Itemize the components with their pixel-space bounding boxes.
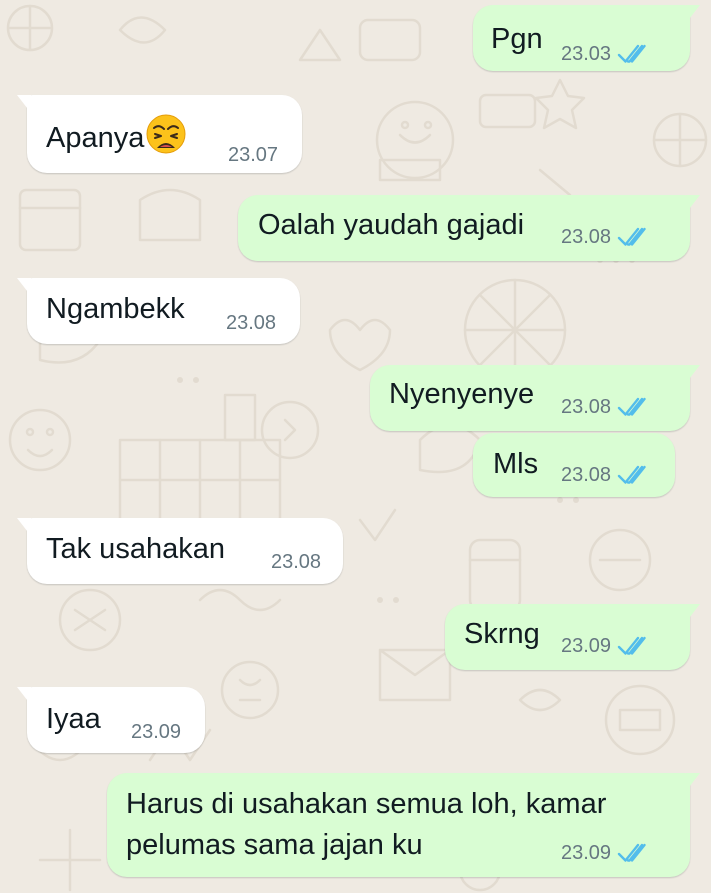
read-double-check-icon [617,464,650,486]
message-text: Skrng [464,618,540,650]
message-meta: 23.09 [561,841,650,865]
message-meta: 23.09 [561,634,650,658]
message-time: 23.08 [561,226,612,248]
message-text: Iyaa [46,703,101,735]
message-text: Apanya [46,113,187,156]
outgoing-message-bubble[interactable]: Harus di usahakan semua loh, kamar pelum… [107,773,700,877]
message-time: 23.03 [561,43,612,65]
incoming-message-bubble[interactable]: Iyaa 23.09 [17,687,205,753]
outgoing-message-bubble[interactable]: Pgn 23.03 [473,5,700,71]
incoming-message-bubble[interactable]: Apanya 23.07 [17,95,302,173]
message-text: Tak usahakan [46,533,225,565]
incoming-message-bubble[interactable]: Tak usahakan 23.08 [17,518,343,584]
bubble-tail-icon [17,95,31,113]
message-time: 23.09 [561,635,612,657]
message-text: Pgn [491,23,543,55]
message-time: 23.09 [131,721,182,743]
bubble-tail-icon [686,773,700,791]
bubble-tail-icon [686,195,700,213]
message-meta: 23.07 [228,143,278,167]
outgoing-message-bubble[interactable]: Mls 23.08 [473,433,675,497]
message-text: Ngambekk [46,293,185,325]
message-text: Nyenyenye [389,378,535,410]
read-double-check-icon [617,842,650,864]
message-meta: 23.08 [271,550,321,574]
message-time: 23.08 [561,396,612,418]
outgoing-message-bubble[interactable]: Skrng 23.09 [445,604,700,670]
weary-face-icon [146,114,186,154]
message-text: Mls [493,448,539,480]
message-time: 23.09 [561,842,612,864]
bubble-tail-icon [17,518,31,536]
message-time: 23.08 [226,312,277,334]
bubble-tail-icon [686,5,700,23]
read-double-check-icon [617,43,650,65]
message-time: 23.08 [561,464,612,486]
read-double-check-icon [617,226,650,248]
bubble-tail-icon [686,604,700,622]
message-meta: 23.09 [131,720,181,744]
read-double-check-icon [617,635,650,657]
message-text-content: Apanya [46,122,145,154]
outgoing-message-bubble[interactable]: Oalah yaudah gajadi 23.08 [238,195,700,261]
message-meta: 23.03 [561,42,650,66]
incoming-message-bubble[interactable]: Ngambekk 23.08 [17,278,300,344]
message-meta: 23.08 [561,225,650,249]
chat-conversation: Pgn 23.03 Apanya 23.07 Oalah yaudah gaja… [0,0,711,893]
bubble-tail-icon [17,278,31,296]
bubble-tail-icon [17,687,31,705]
message-time: 23.08 [271,551,322,573]
outgoing-message-bubble[interactable]: Nyenyenye 23.08 [370,365,700,431]
message-text: Oalah yaudah gajadi [258,209,525,241]
read-double-check-icon [617,396,650,418]
bubble-tail-icon [686,365,700,383]
message-meta: 23.08 [561,463,650,487]
message-meta: 23.08 [561,395,650,419]
message-time: 23.07 [228,144,279,166]
message-meta: 23.08 [226,311,276,335]
